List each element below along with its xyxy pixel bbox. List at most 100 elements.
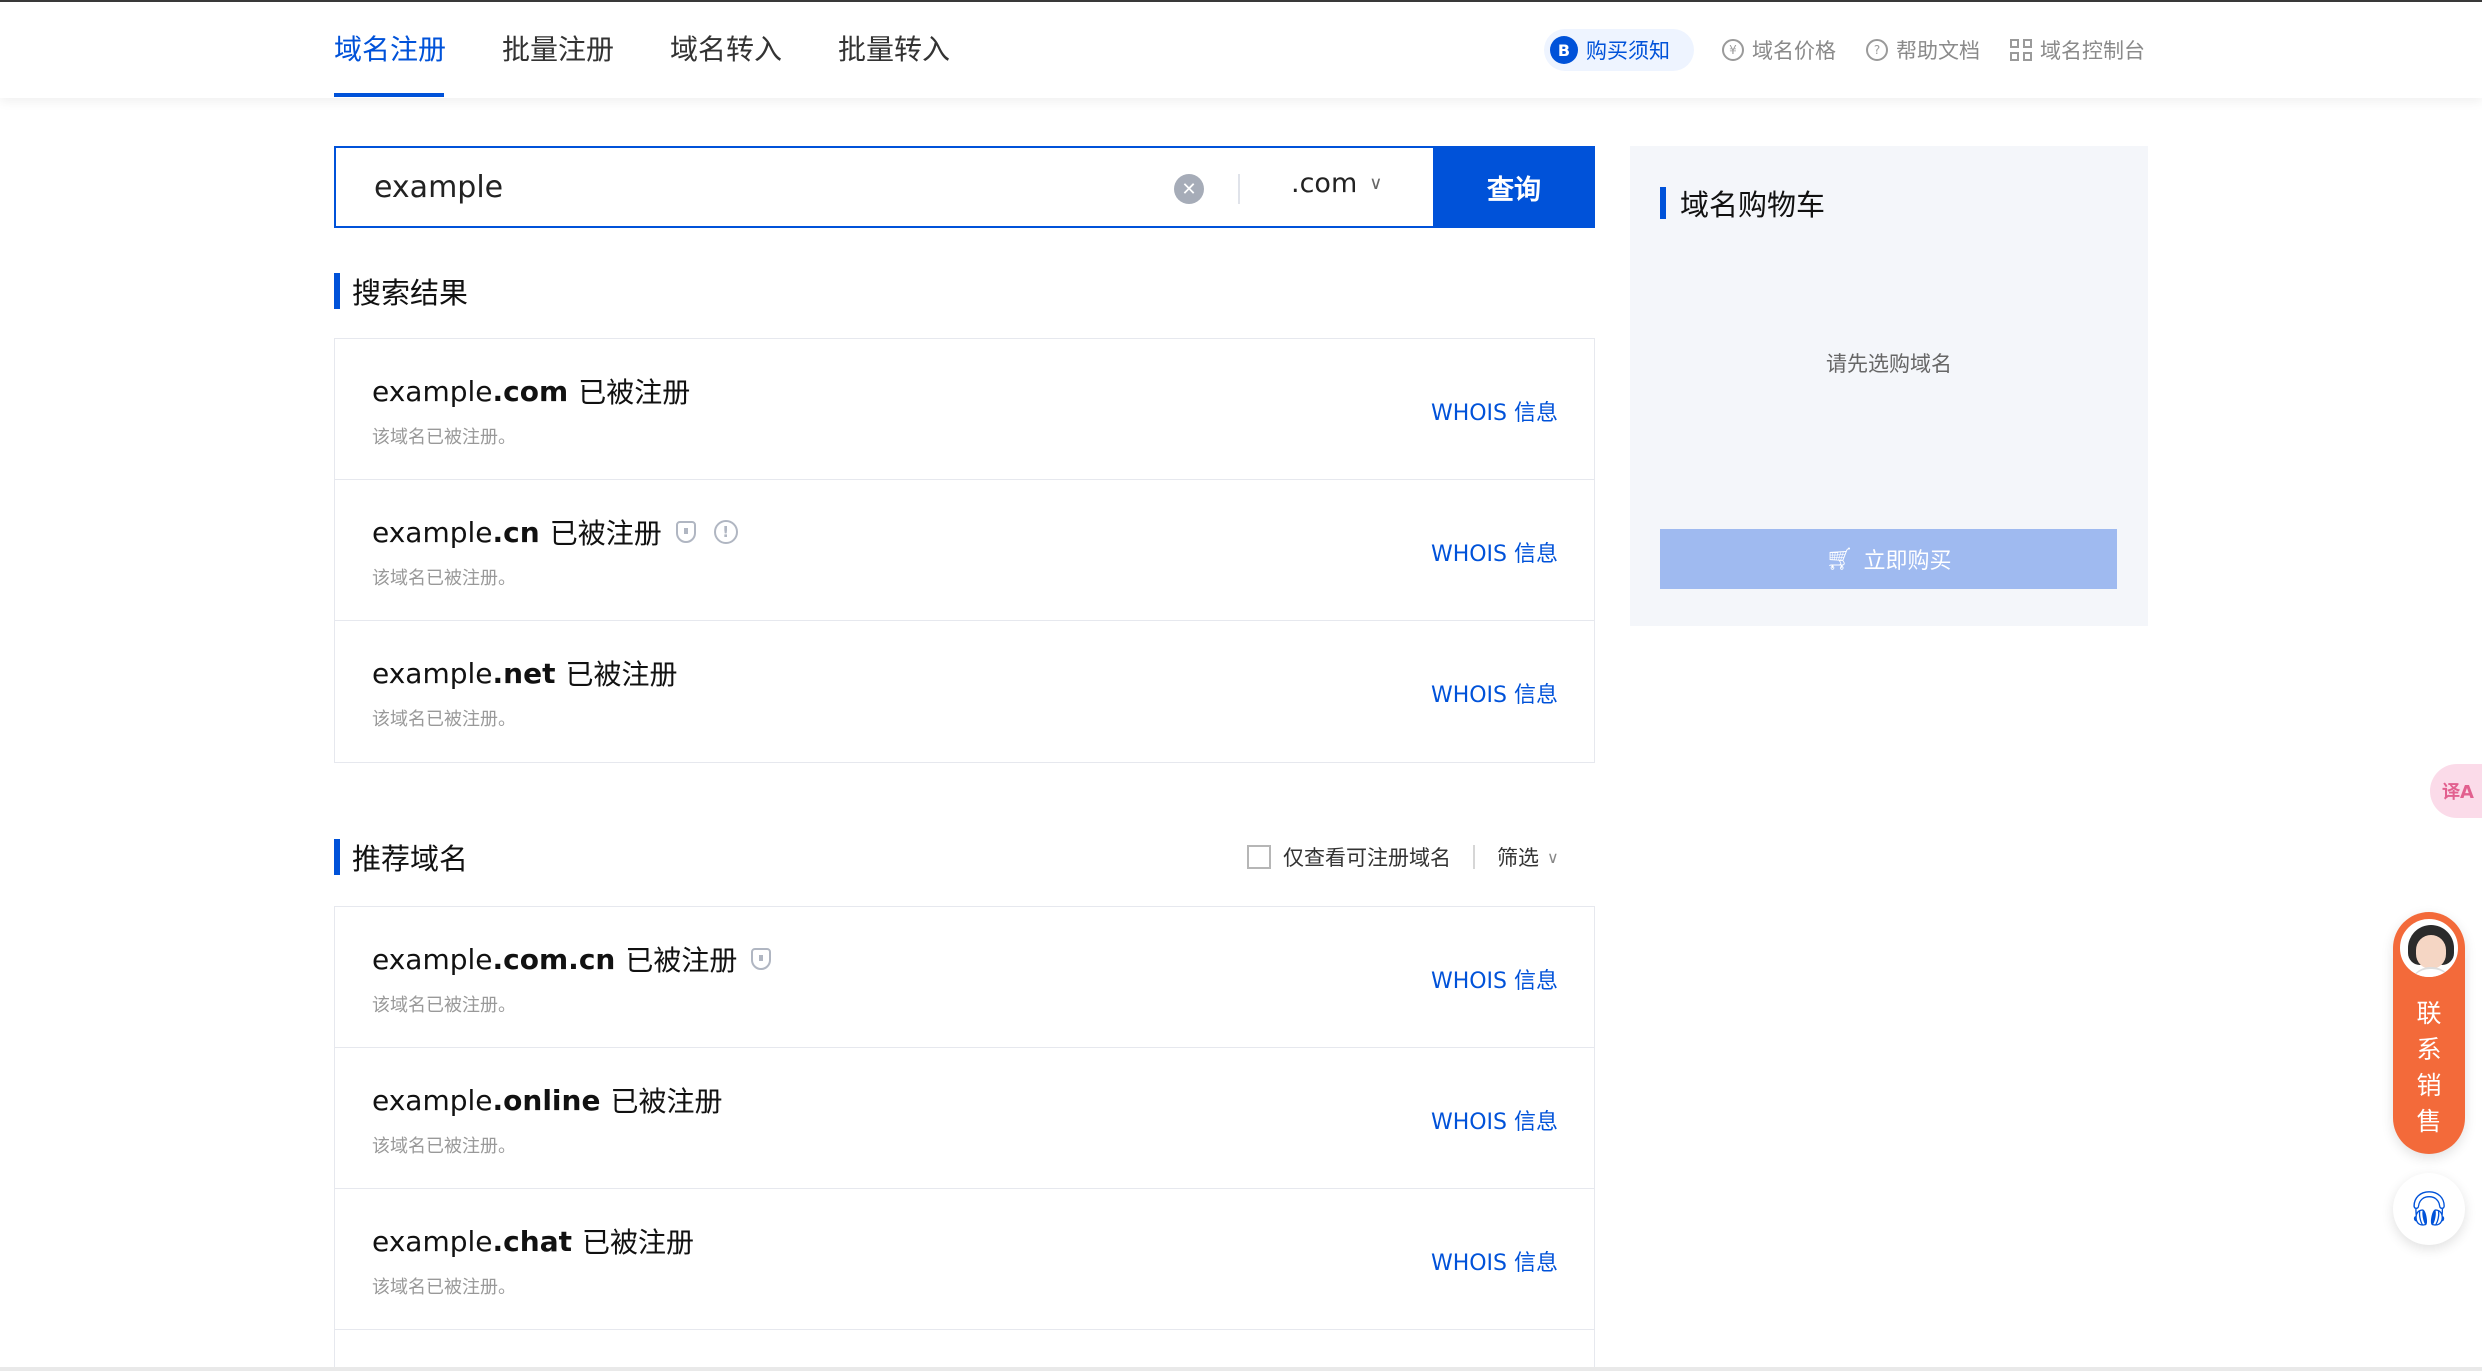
domain-description: 该域名已被注册。 xyxy=(372,427,516,448)
heading-accent-bar xyxy=(334,273,340,309)
domain-description: 该域名已被注册。 xyxy=(372,995,516,1016)
translate-button[interactable]: 译A xyxy=(2430,764,2482,818)
domain-status: 已被注册 xyxy=(565,658,678,691)
yen-icon: ¥ xyxy=(1722,39,1744,61)
available-only-checkbox[interactable] xyxy=(1247,845,1271,869)
contact-sales-text: 联系销售 xyxy=(2416,999,2442,1136)
domain-status: 已被注册 xyxy=(549,517,662,550)
list-item: example .net 已被注册 该域名已被注册。 WHOIS 信息 xyxy=(335,621,1594,762)
list-item: example .com.cn 已被注册 该域名已被注册。 WHOIS 信息 xyxy=(335,907,1594,1048)
contact-sales-label: 联系销售 xyxy=(2393,996,2465,1140)
domain-search-bar: ✕ .com ∨ 查询 xyxy=(334,146,1595,228)
recommend-filter-bar: 仅查看可注册域名 筛选 ∨ xyxy=(1247,842,1559,872)
list-item: example .online 已被注册 该域名已被注册。 WHOIS 信息 xyxy=(335,1048,1594,1189)
whois-link[interactable]: WHOIS 信息 xyxy=(1431,1245,1558,1277)
scrollbar-track xyxy=(0,1367,2482,1371)
domain-name: example xyxy=(372,942,493,976)
chevron-down-icon: ∨ xyxy=(1547,847,1559,867)
search-results-title: 搜索结果 xyxy=(352,276,469,310)
list-item: example .cn 已被注册 ! 该域名已被注册。 WHOIS 信息 xyxy=(335,480,1594,621)
domain-status: 已被注册 xyxy=(625,944,738,977)
top-nav: 域名注册 批量注册 域名转入 批量转入 B 购买须知 ¥ 域名价格 ? 帮助文档… xyxy=(0,2,2482,98)
domain-title: example .chat 已被注册 xyxy=(372,1221,694,1261)
cart-icon: 🛒︎ xyxy=(1825,546,1854,571)
heading-accent-bar xyxy=(334,839,340,875)
domain-description: 该域名已被注册。 xyxy=(372,1136,516,1157)
search-results-list: example .com 已被注册 该域名已被注册。 WHOIS 信息 exampl… xyxy=(334,338,1595,763)
purchase-notice-label: 购买须知 xyxy=(1586,39,1670,63)
whois-link[interactable]: WHOIS 信息 xyxy=(1431,1104,1558,1136)
purchase-notice-button[interactable]: B 购买须知 xyxy=(1544,29,1694,71)
tab-domain-register[interactable]: 域名注册 xyxy=(334,28,446,72)
list-item xyxy=(335,1330,1594,1371)
available-only-label[interactable]: 仅查看可注册域名 xyxy=(1283,842,1451,872)
search-button[interactable]: 查询 xyxy=(1433,146,1595,228)
contact-sales-widget[interactable]: 联系销售 xyxy=(2393,912,2465,1154)
list-item: example .com 已被注册 该域名已被注册。 WHOIS 信息 xyxy=(335,339,1594,480)
domain-cart-panel: 域名购物车 请先选购域名 🛒︎ 立即购买 xyxy=(1630,146,2148,626)
domain-extension: .chat xyxy=(492,1224,572,1258)
tab-batch-register[interactable]: 批量注册 xyxy=(502,28,614,72)
headset-icon[interactable]: 🎧︎ xyxy=(2393,1173,2465,1245)
domain-title: example .net 已被注册 xyxy=(372,653,678,693)
tab-batch-transfer[interactable]: 批量转入 xyxy=(838,28,950,72)
domain-description: 该域名已被注册。 xyxy=(372,1277,516,1298)
recommend-title: 推荐域名 xyxy=(352,842,469,876)
domain-name: example xyxy=(372,1083,493,1117)
domain-console-link[interactable]: 域名控制台 xyxy=(2010,35,2145,65)
buy-now-label: 立即购买 xyxy=(1863,548,1952,573)
domain-name: example xyxy=(372,515,493,549)
domain-title: example .com.cn 已被注册 xyxy=(372,939,772,979)
exclamation-icon[interactable]: ! xyxy=(713,520,738,544)
shield-icon[interactable] xyxy=(751,948,772,970)
domain-status: 已被注册 xyxy=(610,1085,723,1118)
domain-extension: .com.cn xyxy=(492,942,616,976)
domain-description: 该域名已被注册。 xyxy=(372,709,516,730)
cart-heading: 域名购物车 xyxy=(1660,182,1825,224)
domain-price-link[interactable]: ¥ 域名价格 xyxy=(1722,35,1836,65)
domain-name: example xyxy=(372,656,493,690)
domain-title: example .cn 已被注册 ! xyxy=(372,512,738,552)
domain-title: example .com 已被注册 xyxy=(372,371,690,411)
divider xyxy=(1473,845,1475,869)
buy-now-button[interactable]: 🛒︎ 立即购买 xyxy=(1660,529,2117,589)
domain-extension: .cn xyxy=(492,515,540,549)
help-docs-link[interactable]: ? 帮助文档 xyxy=(1866,35,1980,65)
search-results-heading: 搜索结果 xyxy=(334,270,468,312)
domain-console-label: 域名控制台 xyxy=(2040,39,2145,63)
whois-link[interactable]: WHOIS 信息 xyxy=(1431,395,1558,427)
sales-avatar xyxy=(2397,916,2461,980)
page: 域名注册 批量注册 域名转入 批量转入 B 购买须知 ¥ 域名价格 ? 帮助文档… xyxy=(0,0,2482,1371)
domain-name: example xyxy=(372,374,493,408)
tab-domain-transfer[interactable]: 域名转入 xyxy=(670,28,782,72)
question-icon: ? xyxy=(1866,39,1888,61)
clear-icon[interactable]: ✕ xyxy=(1174,174,1204,204)
domain-search-input[interactable] xyxy=(336,148,1593,226)
whois-link[interactable]: WHOIS 信息 xyxy=(1431,536,1558,568)
heading-accent-bar xyxy=(1660,187,1666,219)
domain-extension: .com xyxy=(492,374,569,408)
shield-icon[interactable] xyxy=(675,521,696,543)
domain-extension: .net xyxy=(492,656,556,690)
filter-dropdown[interactable]: 筛选 xyxy=(1497,842,1539,872)
whois-link[interactable]: WHOIS 信息 xyxy=(1431,677,1558,709)
tld-selected-value: .com xyxy=(1291,168,1358,199)
grid-icon xyxy=(2010,39,2032,61)
active-tab-indicator xyxy=(334,93,444,97)
whois-link[interactable]: WHOIS 信息 xyxy=(1431,963,1558,995)
domain-status: 已被注册 xyxy=(581,1226,694,1259)
recommend-heading: 推荐域名 xyxy=(334,836,468,878)
notice-icon: B xyxy=(1550,36,1578,64)
chevron-down-icon: ∨ xyxy=(1369,173,1383,194)
recommend-list: example .com.cn 已被注册 该域名已被注册。 WHOIS 信息 exa… xyxy=(334,906,1595,1371)
cart-empty-text: 请先选购域名 xyxy=(1826,352,1952,376)
cart-title: 域名购物车 xyxy=(1680,188,1826,222)
domain-status: 已被注册 xyxy=(578,376,691,409)
domain-price-label: 域名价格 xyxy=(1752,39,1836,63)
list-item: example .chat 已被注册 该域名已被注册。 WHOIS 信息 xyxy=(335,1189,1594,1330)
domain-description: 该域名已被注册。 xyxy=(372,568,516,589)
tld-dropdown[interactable]: .com ∨ xyxy=(1291,168,1382,199)
domain-name: example xyxy=(372,1224,493,1258)
domain-extension: .online xyxy=(492,1083,601,1117)
domain-title: example .online 已被注册 xyxy=(372,1080,722,1120)
